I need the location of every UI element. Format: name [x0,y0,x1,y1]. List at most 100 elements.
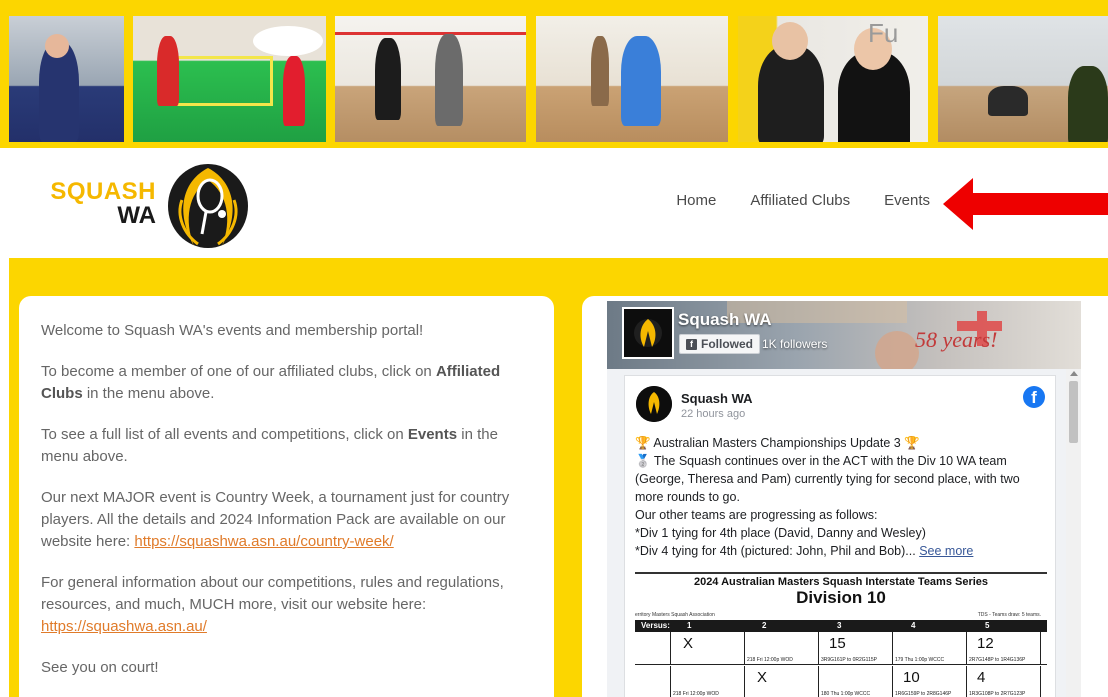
cell-detail: 180 Thu 1:00p WCCC [821,691,871,697]
welcome-card: Welcome to Squash WA's events and member… [19,296,554,697]
post-div4-text: *Div 4 tying for 4th (pictured: John, Ph… [635,544,916,558]
table-cell [635,632,671,665]
main-nav: Home Affiliated Clubs Events [676,192,930,209]
post-line-1: 🏆 Australian Masters Championships Updat… [635,434,1047,452]
post-timestamp[interactable]: 22 hours ago [681,408,745,420]
banner-photo-6 [938,16,1108,142]
banner-photo-5: Fu [738,16,928,142]
welcome-general-info: For general information about our compet… [41,572,532,638]
nav-events[interactable]: Events [884,192,930,209]
cell-detail: 218 Fri 12:00p WOD [673,691,719,697]
cell-value: 10 [903,669,920,686]
table-meta-right: TDS - Teams draw: 5 teams. [977,612,1041,618]
table-row: 218 Fri 12:00p WOD X 180 Thu 1:00p WCCC … [635,666,1047,697]
cell-detail: 179 Thu 1:00p WCCC [895,657,945,663]
welcome-signoff: See you on court! [41,659,159,676]
table-cell: 4 1R3G108P to 2R7G123P [967,666,1041,697]
table-division: Division 10 [796,588,886,607]
nav-affiliated-clubs[interactable]: Affiliated Clubs [750,192,850,209]
welcome-membership: To become a member of one of our affilia… [41,361,532,405]
table-cell: 179 Thu 1:00p WCCC [893,632,967,665]
col-3: 3 [837,621,842,630]
logo-squash-text: SQUASH [50,178,156,205]
table-row: X 218 Fri 12:00p WOD 15 3R9G161P to 0R2G1… [635,632,1047,665]
cover-tagline: 58 years! [915,327,998,352]
table-cell: 12 2R7G148P to 1R4G136P [967,632,1041,665]
post-headline: Australian Masters Championships Update … [653,436,901,450]
cell-value: X [757,669,768,686]
facebook-post: Squash WA 22 hours ago f 🏆 Australian Ma… [624,375,1056,697]
logo-wordmark: SQUASH WA [36,180,156,228]
welcome-events: To see a full list of all events and com… [41,424,532,468]
post-line-2: 🥈 The Squash continues over in the ACT w… [635,452,1047,506]
cell-value: 4 [977,669,986,686]
website-link[interactable]: https://squashwa.asn.au/ [41,618,207,635]
post-body: 🏆 Australian Masters Championships Updat… [635,434,1047,560]
facebook-cover-photo[interactable]: 58 years! Squash WA f Followed 1K follow… [607,301,1081,369]
red-arrow-annotation-icon [943,178,1108,230]
scroll-up-arrow-icon[interactable] [1070,371,1078,376]
table-cell: 10 1R6G159P to 2R8G146P [893,666,967,697]
cell-detail: 1R3G108P to 2R7G123P [969,691,1026,697]
table-cell: 218 Fri 12:00p WOD [745,632,819,665]
squash-wa-logo[interactable]: SQUASH WA [36,160,266,250]
nav-home[interactable]: Home [676,192,716,209]
squash-wa-avatar-icon [624,309,672,357]
facebook-page-widget: 58 years! Squash WA f Followed 1K follow… [607,301,1081,697]
col-5: 5 [985,621,990,630]
table-cell: X [671,632,745,665]
table-title: 2024 Australian Masters Squash Interstat… [693,576,989,588]
general-info-text: For general information about our compet… [41,574,504,613]
cell-detail: 218 Fri 12:00p WOD [747,657,793,663]
post-image-draw-table[interactable]: 2024 Australian Masters Squash Interstat… [635,572,1047,697]
trophy-icon: 🏆 [904,436,920,450]
follower-count: 1K followers [762,337,828,351]
site-header: SQUASH WA Home Affiliated Clubs Events [0,148,1108,258]
cell-value: 12 [977,635,994,652]
table-meta-left: erritory Masters Squash Association [635,612,715,618]
logo-wa-text: WA [117,202,156,229]
post-line-3: Our other teams are progressing as follo… [635,508,878,522]
banner-photo-2 [133,16,326,142]
medal-icon: 🥈 [635,454,651,468]
trophy-icon: 🏆 [635,436,651,450]
events-text: To see a full list of all events and com… [41,426,408,443]
squash-wa-avatar-icon [636,386,672,422]
cell-value: X [683,635,694,652]
table-meta: erritory Masters Squash Association TDS … [635,612,1047,620]
col-1: 1 [687,621,692,630]
see-more-link[interactable]: See more [919,544,973,558]
membership-text-end: in the menu above. [82,385,215,402]
col-2: 2 [762,621,767,630]
facebook-logo-icon[interactable]: f [1023,386,1045,408]
followed-label: Followed [701,337,753,351]
post-line-4: *Div 1 tying for 4th place (David, Danny… [635,526,926,540]
post-author-avatar[interactable] [636,386,672,422]
cell-value: 15 [829,635,846,652]
cell-detail: 3R9G161P to 0R2G115P [821,657,877,663]
cell-detail: 1R6G159P to 2R8G146P [895,691,952,697]
cell-detail: 2R7G148P to 1R4G136P [969,657,1026,663]
banner-photo-4 [536,16,728,142]
table-cell: X [745,666,819,697]
col-4: 4 [911,621,916,630]
membership-text: To become a member of one of our affilia… [41,363,436,380]
table-cell: 15 3R9G161P to 0R2G115P [819,632,893,665]
logo-emblem-icon [168,164,248,248]
facebook-page-avatar[interactable] [622,307,674,359]
table-cell [635,666,671,697]
facebook-f-icon: f [686,338,697,350]
facebook-page-name[interactable]: Squash WA [678,310,772,330]
country-week-link[interactable]: https://squashwa.asn.au/country-week/ [134,533,393,550]
post-update-text: The Squash continues over in the ACT wit… [635,454,1020,504]
widget-scrollbar[interactable] [1066,369,1081,697]
events-bold: Events [407,426,458,443]
followed-button[interactable]: f Followed [679,334,760,354]
table-header-row: Versus: 1 2 3 4 5 [635,620,1047,632]
post-line-5: *Div 4 tying for 4th (pictured: John, Ph… [635,542,1047,560]
scrollbar-thumb[interactable] [1069,381,1078,443]
post-author-name[interactable]: Squash WA [681,391,753,406]
table-cell: 218 Fri 12:00p WOD [671,666,745,697]
welcome-country-week: Our next MAJOR event is Country Week, a … [41,487,532,553]
banner-photo-3 [335,16,526,142]
